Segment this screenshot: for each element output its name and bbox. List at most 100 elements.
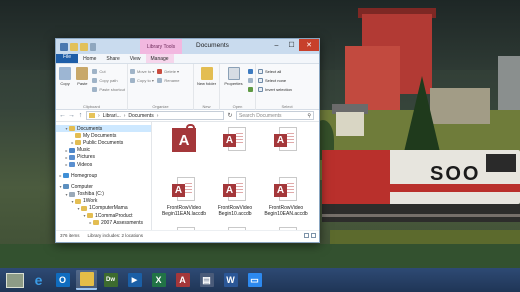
nav-item[interactable]: ▸ Homegroup xyxy=(56,172,151,179)
tab-view[interactable]: View xyxy=(125,54,146,63)
history-button[interactable] xyxy=(248,86,253,93)
taskbar-access-button[interactable]: A xyxy=(172,270,193,290)
close-button[interactable]: ✕ xyxy=(299,39,319,51)
select-all-button[interactable]: Select all xyxy=(258,68,292,75)
select-none-icon xyxy=(258,78,263,83)
file-item[interactable]: A xyxy=(159,124,209,174)
wallpaper-tree xyxy=(404,76,440,152)
nav-item-label: 1Work xyxy=(83,198,98,205)
file-item[interactable]: A FrontRowVideo Begin11EAN.laccdb xyxy=(159,174,209,224)
nav-item[interactable]: ▾ 1Work xyxy=(56,198,151,205)
nav-item[interactable]: ▾ 1CommaProduct xyxy=(56,212,151,219)
open-group-label: Open xyxy=(232,104,243,109)
nav-item[interactable]: ▸ Pictures xyxy=(56,154,151,161)
title-bar[interactable]: Library Tools Documents – ☐ ✕ xyxy=(56,39,319,54)
taskbar-excel-button[interactable]: X xyxy=(148,270,169,290)
nav-item-label: Videos xyxy=(77,161,93,168)
taskbar-internet-explorer-button[interactable]: e xyxy=(28,270,49,290)
file-name-line: Begin10EAN.accdb xyxy=(264,211,308,217)
navigation-pane[interactable]: ▾ Documents My Documents ▸ Public Documents ▸… xyxy=(56,122,152,230)
address-bar[interactable]: › Librari... › Documents › xyxy=(86,111,224,120)
file-item[interactable]: AFrontRowVideoBegin11.accdb xyxy=(210,224,260,230)
details-view-icon[interactable] xyxy=(304,232,309,238)
customize-toolbar-icon[interactable] xyxy=(90,42,96,51)
copy-to-button[interactable]: Copy to ▾ xyxy=(130,77,154,84)
forward-arrow-icon[interactable]: → xyxy=(68,112,75,119)
tab-manage[interactable]: Manage xyxy=(145,54,174,63)
minimize-button[interactable]: – xyxy=(269,39,284,51)
properties-icon xyxy=(227,67,240,80)
wallpaper-green-band xyxy=(0,244,520,268)
library-folder-icon xyxy=(89,113,95,118)
file-item[interactable]: A FrontRowVideo Begin10EAN.accdb xyxy=(261,174,311,224)
move-to-button[interactable]: Move to ▾ xyxy=(130,68,154,75)
ribbon-group-clipboard: Copy Paste Cut Copy path Paste shortcut … xyxy=(56,64,128,110)
select-none-button[interactable]: Select none xyxy=(258,77,292,84)
refresh-icon[interactable]: ↻ xyxy=(226,112,234,119)
nav-item-label: Music xyxy=(77,147,91,154)
nav-item[interactable]: ▸ 2007 Assessments xyxy=(56,219,151,226)
copy-path-button[interactable]: Copy path xyxy=(92,77,125,84)
file-item[interactable]: AFrontRowVideoBegin11EAN.accdb xyxy=(261,224,311,230)
file-item[interactable]: A xyxy=(261,124,311,174)
large-icons-view-icon[interactable] xyxy=(311,232,316,238)
invert-selection-icon xyxy=(258,87,263,92)
taskbar-tablet-button[interactable]: ▭ xyxy=(244,270,265,290)
access-database-icon: A xyxy=(222,127,248,153)
paste-shortcut-button[interactable]: Paste shortcut xyxy=(92,86,125,93)
taskbar-outlook-button[interactable]: O xyxy=(52,270,73,290)
maximize-button[interactable]: ☐ xyxy=(284,39,299,51)
open-icon xyxy=(248,69,253,74)
file-explorer-icon xyxy=(79,272,94,286)
tab-file[interactable]: File xyxy=(56,54,79,63)
nav-item[interactable]: ▾ Computer xyxy=(56,183,151,190)
nav-item-label: 1ComputerMama xyxy=(89,205,128,212)
breadcrumb-libraries[interactable]: Librari... xyxy=(103,113,121,119)
tab-share[interactable]: Share xyxy=(101,54,124,63)
nav-item[interactable]: ▸ Music xyxy=(56,147,151,154)
nav-item[interactable]: ▸ Public Documents xyxy=(56,139,151,146)
edit-button[interactable] xyxy=(248,77,253,84)
window-app-icon[interactable] xyxy=(60,42,68,51)
ribbon-group-open: Properties Open xyxy=(220,64,256,110)
cut-button[interactable]: Cut xyxy=(92,68,125,75)
taskbar-media-player-button[interactable]: ▶ xyxy=(124,270,145,290)
taskbar-word-button[interactable]: W xyxy=(220,270,241,290)
breadcrumb-separator-icon: › xyxy=(156,112,159,119)
nav-item-label: Toshiba (C:) xyxy=(77,191,104,198)
status-bar: 376 items Library includes: 2 locations xyxy=(56,230,319,239)
breadcrumb-separator-icon: › xyxy=(98,112,100,119)
nav-item[interactable]: ▾ Documents xyxy=(56,125,151,133)
file-item[interactable]: Oteacher@commalms.com - (Dev-Slick.pst xyxy=(159,224,209,230)
search-input[interactable]: Search Documents ⚲ xyxy=(236,111,314,120)
nav-item[interactable]: ▾ Toshiba (C:) xyxy=(56,191,151,198)
back-arrow-icon[interactable]: ← xyxy=(59,112,66,119)
nav-item[interactable]: ▸ Videos xyxy=(56,161,151,168)
rename-button[interactable]: Rename xyxy=(157,77,179,84)
copy-icon xyxy=(59,67,72,80)
paste-button[interactable]: Paste xyxy=(75,67,89,86)
ribbon: Copy Paste Cut Copy path Paste shortcut … xyxy=(56,64,319,110)
invert-selection-button[interactable]: Invert selection xyxy=(258,86,292,93)
nav-item[interactable]: ▾ 1ComputerMama xyxy=(56,205,151,212)
up-arrow-icon[interactable]: ↑ xyxy=(77,112,84,119)
taskbar-app-button[interactable]: ▤ xyxy=(196,270,217,290)
tab-home[interactable]: Home xyxy=(78,54,101,63)
new-folder-button[interactable]: New folder xyxy=(196,67,217,86)
breadcrumb-documents[interactable]: Documents xyxy=(128,113,153,119)
file-list[interactable]: A A A A FrontRowVideo Begin11EAN.laccdb A Front… xyxy=(152,122,319,230)
select-all-icon xyxy=(258,69,263,74)
access-database-icon: A xyxy=(273,127,299,153)
open-button[interactable] xyxy=(248,68,253,75)
delete-button[interactable]: Delete ▾ xyxy=(157,68,179,75)
taskbar-file-explorer-button[interactable] xyxy=(76,270,97,290)
taskbar-start-button[interactable] xyxy=(4,270,25,290)
taskbar-dreamweaver-button[interactable]: Dw xyxy=(100,270,121,290)
nav-item[interactable]: My Documents xyxy=(56,132,151,139)
properties-button[interactable]: Properties xyxy=(222,67,245,86)
properties-quick-icon[interactable] xyxy=(70,42,78,51)
new-folder-quick-icon[interactable] xyxy=(80,42,88,51)
file-item[interactable]: A xyxy=(210,124,260,174)
copy-button[interactable]: Copy xyxy=(58,67,72,86)
file-item[interactable]: A FrontRowVideo Begin10.accdb xyxy=(210,174,260,224)
